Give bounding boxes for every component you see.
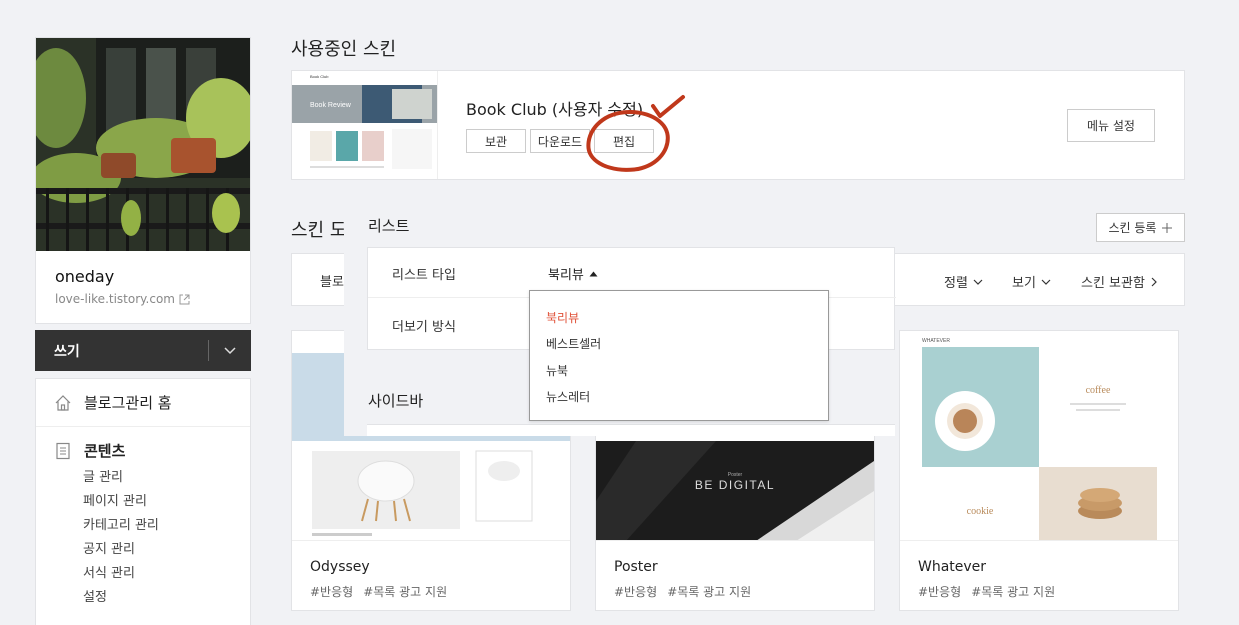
admin-menu: 블로그관리 홈 콘텐츠 글 관리 페이지 관리 카테고리 관리 공지 관리 서식… xyxy=(35,378,251,625)
plants-photo xyxy=(36,38,250,251)
poster-thumb-text: BE DIGITAL xyxy=(695,478,775,492)
sidebar-settings-box xyxy=(367,424,895,436)
write-divider xyxy=(208,340,209,361)
caret-up-icon xyxy=(589,271,598,276)
dropdown-option-bestseller[interactable]: 베스트셀러 xyxy=(546,335,601,352)
whatever-word-cookie: cookie xyxy=(967,506,994,517)
skin-card-tags: #반응형 #목록 광고 지원 xyxy=(310,583,447,600)
blog-profile-image xyxy=(36,38,250,251)
view-dropdown[interactable]: 보기 xyxy=(1012,272,1051,291)
submenu-settings[interactable]: 설정 xyxy=(83,586,250,610)
menu-item-home[interactable]: 블로그관리 홈 xyxy=(36,379,250,427)
blog-url-text: love-like.tistory.com xyxy=(55,292,175,306)
content-submenu: 글 관리 페이지 관리 카테고리 관리 공지 관리 서식 관리 설정 xyxy=(83,466,250,610)
skin-store-heading: 스킨 도 xyxy=(291,220,347,241)
external-link-icon xyxy=(179,294,190,304)
menu-settings-button[interactable]: 메뉴 설정 xyxy=(1067,109,1155,142)
skin-card-tags: #반응형 #목록 광고 지원 xyxy=(614,583,751,600)
chevron-down-icon xyxy=(973,279,983,285)
tag-responsive[interactable]: #반응형 xyxy=(918,583,961,600)
whatever-word-coffee: coffee xyxy=(1086,385,1111,396)
blog-url-link[interactable]: love-like.tistory.com xyxy=(55,292,190,306)
submenu-template-manage[interactable]: 서식 관리 xyxy=(83,562,250,586)
current-skin-heading: 사용중인 스킨 xyxy=(291,39,397,60)
submenu-page-manage[interactable]: 페이지 관리 xyxy=(83,490,250,514)
tag-responsive[interactable]: #반응형 xyxy=(310,583,353,600)
download-button[interactable]: 다운로드 xyxy=(530,129,590,153)
dropdown-option-bookreview[interactable]: 북리뷰 xyxy=(546,309,579,326)
bookclub-preview: Book Club Book Review xyxy=(292,71,437,179)
dropdown-option-newsletter[interactable]: 뉴스레터 xyxy=(546,388,590,405)
home-icon xyxy=(55,394,71,411)
archive-button[interactable]: 보관 xyxy=(466,129,526,153)
write-button[interactable]: 쓰기 xyxy=(35,330,251,371)
thumb-title: Book Club xyxy=(310,74,329,79)
dropdown-option-newbook[interactable]: 뉴북 xyxy=(546,362,568,379)
skin-archive-label: 스킨 보관함 xyxy=(1081,276,1145,291)
list-type-label: 리스트 타입 xyxy=(392,268,456,283)
whatever-brand: WHATEVER xyxy=(922,338,950,344)
list-type-value: 북리뷰 xyxy=(548,268,584,283)
menu-content-header[interactable]: 콘텐츠 xyxy=(36,440,250,461)
sidebar-section-heading: 사이드바 xyxy=(368,392,424,410)
skin-register-label: 스킨 등록 xyxy=(1108,221,1157,235)
whatever-thumbnail: WHATEVER coffee cookie xyxy=(900,331,1178,541)
list-type-dropdown: 북리뷰 베스트셀러 뉴북 뉴스레터 xyxy=(529,290,829,421)
skin-card-name: Odyssey xyxy=(310,559,370,575)
menu-home-label: 블로그관리 홈 xyxy=(84,394,172,412)
document-icon xyxy=(56,442,70,459)
sort-dropdown[interactable]: 정렬 xyxy=(944,272,983,291)
annotation-check-icon xyxy=(651,95,685,118)
submenu-category-manage[interactable]: 카테고리 관리 xyxy=(83,514,250,538)
write-label: 쓰기 xyxy=(54,343,80,360)
chevron-right-icon xyxy=(1151,277,1157,286)
tag-ads-support[interactable]: #목록 광고 지원 xyxy=(971,583,1055,600)
skin-archive-link[interactable]: 스킨 보관함 xyxy=(1081,272,1158,291)
list-section-heading: 리스트 xyxy=(368,217,410,235)
skin-card-name: Whatever xyxy=(918,559,987,575)
list-type-select[interactable]: 북리뷰 xyxy=(548,264,598,283)
menu-section-content: 콘텐츠 글 관리 페이지 관리 카테고리 관리 공지 관리 서식 관리 설정 xyxy=(36,427,250,610)
submenu-post-manage[interactable]: 글 관리 xyxy=(83,466,250,490)
filter-tab-blog[interactable]: 블로 xyxy=(320,271,344,290)
view-label: 보기 xyxy=(1012,276,1036,291)
skin-card-tags: #반응형 #목록 광고 지원 xyxy=(918,583,1055,600)
current-skin-thumbnail: Book Club Book Review xyxy=(292,71,438,179)
skin-card-name: Poster xyxy=(614,559,658,575)
more-style-label: 더보기 방식 xyxy=(392,320,456,335)
tag-responsive[interactable]: #반응형 xyxy=(614,583,657,600)
skin-card-whatever[interactable]: WHATEVER coffee cookie Whatever #반응형 #목록… xyxy=(899,330,1179,611)
plus-icon xyxy=(1162,222,1173,233)
sort-label: 정렬 xyxy=(944,276,968,291)
menu-content-label: 콘텐츠 xyxy=(84,442,126,460)
chevron-down-icon[interactable] xyxy=(220,340,240,360)
blog-profile-card: oneday love-like.tistory.com xyxy=(35,37,251,324)
tag-ads-support[interactable]: #목록 광고 지원 xyxy=(667,583,751,600)
tag-ads-support[interactable]: #목록 광고 지원 xyxy=(363,583,447,600)
thumb-banner: Book Review xyxy=(310,102,352,109)
blog-name: oneday xyxy=(55,267,115,286)
submenu-notice-manage[interactable]: 공지 관리 xyxy=(83,538,250,562)
skin-register-button[interactable]: 스킨 등록 xyxy=(1096,213,1185,242)
current-skin-card: Book Club Book Review Book Club (사용자 수정)… xyxy=(291,70,1185,180)
chevron-down-icon xyxy=(1041,279,1051,285)
